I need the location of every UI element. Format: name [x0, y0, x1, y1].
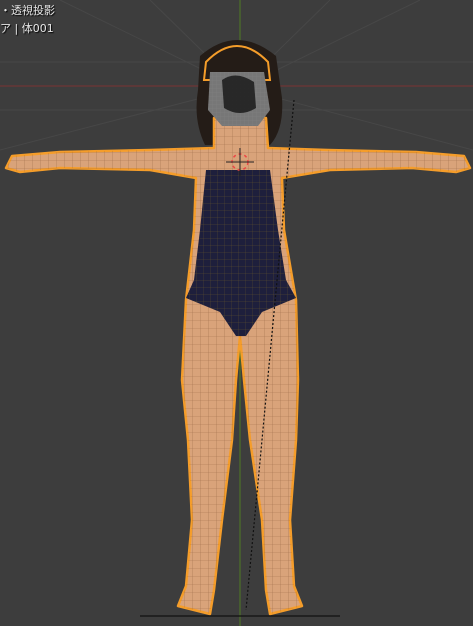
- face-detail: [222, 75, 256, 113]
- active-object-label: ア | 体001: [0, 22, 54, 35]
- viewport-canvas[interactable]: [0, 0, 473, 626]
- character-model[interactable]: [4, 40, 472, 617]
- view-mode-label: ・透視投影: [0, 4, 55, 17]
- 3d-viewport[interactable]: ・透視投影 ア | 体001: [0, 0, 473, 626]
